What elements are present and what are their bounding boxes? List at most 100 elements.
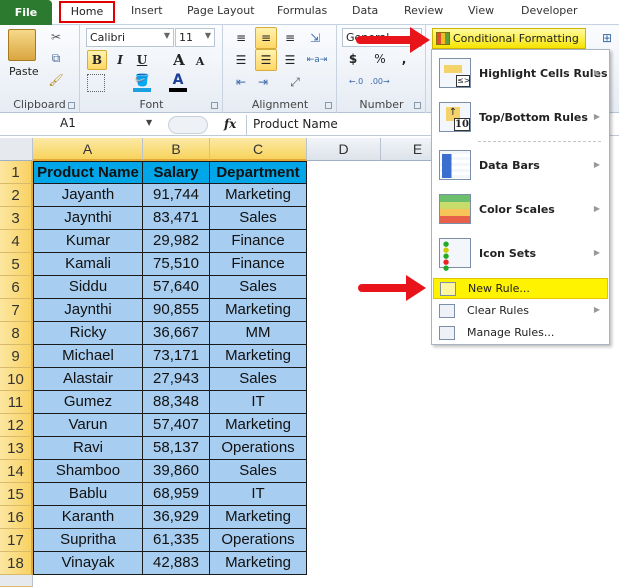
- table-cell[interactable]: 90,855: [143, 299, 210, 322]
- table-cell[interactable]: Finance: [210, 230, 307, 253]
- table-cell[interactable]: 88,348: [143, 391, 210, 414]
- table-cell[interactable]: 73,171: [143, 345, 210, 368]
- table-cell[interactable]: Jaynthi: [33, 207, 143, 230]
- menu-item-color-scales[interactable]: Color Scales ▶: [433, 192, 608, 228]
- table-cell[interactable]: 29,982: [143, 230, 210, 253]
- number-launcher-icon[interactable]: [414, 102, 421, 109]
- table-cell[interactable]: 83,471: [143, 207, 210, 230]
- conditional-formatting-button[interactable]: Conditional Formatting ▼: [432, 28, 586, 57]
- row-header-1[interactable]: 1: [0, 161, 33, 184]
- orientation-icon[interactable]: ⤢: [284, 73, 306, 91]
- table-cell[interactable]: Sales: [210, 460, 307, 483]
- table-cell[interactable]: Vinayak: [33, 552, 143, 575]
- increase-indent-icon[interactable]: ⇥: [254, 73, 272, 91]
- table-cell[interactable]: Marketing: [210, 345, 307, 368]
- tab-file[interactable]: File: [0, 0, 52, 25]
- table-cell[interactable]: Varun: [33, 414, 143, 437]
- percent-button[interactable]: %: [372, 50, 388, 68]
- row-header-17[interactable]: 17: [0, 529, 33, 552]
- align-right-icon[interactable]: ☰: [281, 51, 299, 69]
- format-painter-icon[interactable]: 🖌: [48, 72, 64, 88]
- borders-icon[interactable]: [87, 74, 105, 92]
- row-header-7[interactable]: 7: [0, 299, 33, 322]
- table-cell[interactable]: Marketing: [210, 552, 307, 575]
- wrap-text-icon[interactable]: ⇲: [306, 29, 324, 47]
- table-cell[interactable]: 57,640: [143, 276, 210, 299]
- align-top-icon[interactable]: ≡: [232, 29, 250, 47]
- row-header-16[interactable]: 16: [0, 506, 33, 529]
- font-launcher-icon[interactable]: [211, 102, 218, 109]
- column-header-d[interactable]: D: [307, 138, 381, 161]
- font-color-icon[interactable]: A: [169, 72, 187, 92]
- table-cell[interactable]: 58,137: [143, 437, 210, 460]
- font-size-combo[interactable]: 11 ▼: [175, 28, 215, 47]
- tab-data[interactable]: Data: [352, 4, 378, 17]
- underline-button[interactable]: U: [133, 50, 151, 70]
- row-header-11[interactable]: 11: [0, 391, 33, 414]
- table-cell[interactable]: Jaynthi: [33, 299, 143, 322]
- row-header-8[interactable]: 8: [0, 322, 33, 345]
- table-cell[interactable]: Alastair: [33, 368, 143, 391]
- tab-view[interactable]: View: [468, 4, 494, 17]
- table-cell[interactable]: 57,407: [143, 414, 210, 437]
- menu-item-clear-rules[interactable]: Clear Rules ▶: [433, 301, 608, 322]
- table-cell[interactable]: Marketing: [210, 414, 307, 437]
- table-cell[interactable]: Kamali: [33, 253, 143, 276]
- table-cell[interactable]: Ravi: [33, 437, 143, 460]
- table-cell[interactable]: 36,929: [143, 506, 210, 529]
- menu-item-data-bars[interactable]: Data Bars ▶: [433, 148, 608, 184]
- row-header-18[interactable]: 18: [0, 552, 33, 575]
- table-cell[interactable]: IT: [210, 483, 307, 506]
- table-cell[interactable]: Michael: [33, 345, 143, 368]
- table-cell[interactable]: Siddu: [33, 276, 143, 299]
- row-header-5[interactable]: 5: [0, 253, 33, 276]
- table-cell[interactable]: 42,883: [143, 552, 210, 575]
- decrease-decimal-icon[interactable]: .00→: [370, 73, 390, 89]
- name-box[interactable]: A1: [0, 116, 160, 134]
- tab-insert[interactable]: Insert: [131, 4, 163, 17]
- paste-button[interactable]: Paste: [9, 65, 39, 78]
- table-cell[interactable]: 27,943: [143, 368, 210, 391]
- row-header-9[interactable]: 9: [0, 345, 33, 368]
- row-header-13[interactable]: 13: [0, 437, 33, 460]
- table-cell[interactable]: Supritha: [33, 529, 143, 552]
- tab-formulas[interactable]: Formulas: [277, 4, 327, 17]
- align-center-icon[interactable]: ☰: [255, 49, 277, 71]
- table-cell[interactable]: 39,860: [143, 460, 210, 483]
- table-cell[interactable]: Marketing: [210, 184, 307, 207]
- tab-page-layout[interactable]: Page Layout: [187, 4, 255, 17]
- grow-font-icon[interactable]: A: [169, 50, 189, 70]
- table-cell[interactable]: 61,335: [143, 529, 210, 552]
- table-cell[interactable]: 91,744: [143, 184, 210, 207]
- table-cell[interactable]: IT: [210, 391, 307, 414]
- row-header-15[interactable]: 15: [0, 483, 33, 506]
- increase-decimal-icon[interactable]: ←.0: [346, 73, 366, 89]
- table-cell[interactable]: Sales: [210, 368, 307, 391]
- header-cell[interactable]: Product Name: [33, 161, 143, 184]
- clipboard-launcher-icon[interactable]: [68, 102, 75, 109]
- table-cell[interactable]: 68,959: [143, 483, 210, 506]
- merge-center-icon[interactable]: ⇤a⇥: [306, 51, 328, 69]
- italic-button[interactable]: I: [111, 50, 129, 70]
- column-header-a[interactable]: A: [33, 138, 143, 161]
- cut-icon[interactable]: ✂: [48, 29, 64, 45]
- shrink-font-icon[interactable]: A: [191, 52, 209, 70]
- table-cell[interactable]: Sales: [210, 207, 307, 230]
- paste-icon[interactable]: [8, 29, 36, 61]
- select-all-button[interactable]: [0, 138, 33, 161]
- table-cell[interactable]: 75,510: [143, 253, 210, 276]
- menu-item-icon-sets[interactable]: ● ● ● ● ● Icon Sets ▶: [433, 236, 608, 272]
- align-bottom-icon[interactable]: ≡: [281, 29, 299, 47]
- table-cell[interactable]: Bablu: [33, 483, 143, 506]
- tab-developer[interactable]: Developer: [521, 4, 578, 17]
- row-header-3[interactable]: 3: [0, 207, 33, 230]
- table-cell[interactable]: Finance: [210, 253, 307, 276]
- header-cell[interactable]: Department: [210, 161, 307, 184]
- menu-item-highlight-cells-rules[interactable]: ≤> Highlight Cells Rules ▶: [433, 56, 608, 92]
- table-cell[interactable]: Marketing: [210, 299, 307, 322]
- table-cell[interactable]: Operations: [210, 529, 307, 552]
- menu-item-manage-rules[interactable]: Manage Rules...: [433, 323, 608, 344]
- row-header-6[interactable]: 6: [0, 276, 33, 299]
- header-cell[interactable]: Salary: [143, 161, 210, 184]
- comma-button[interactable]: ,: [398, 50, 410, 68]
